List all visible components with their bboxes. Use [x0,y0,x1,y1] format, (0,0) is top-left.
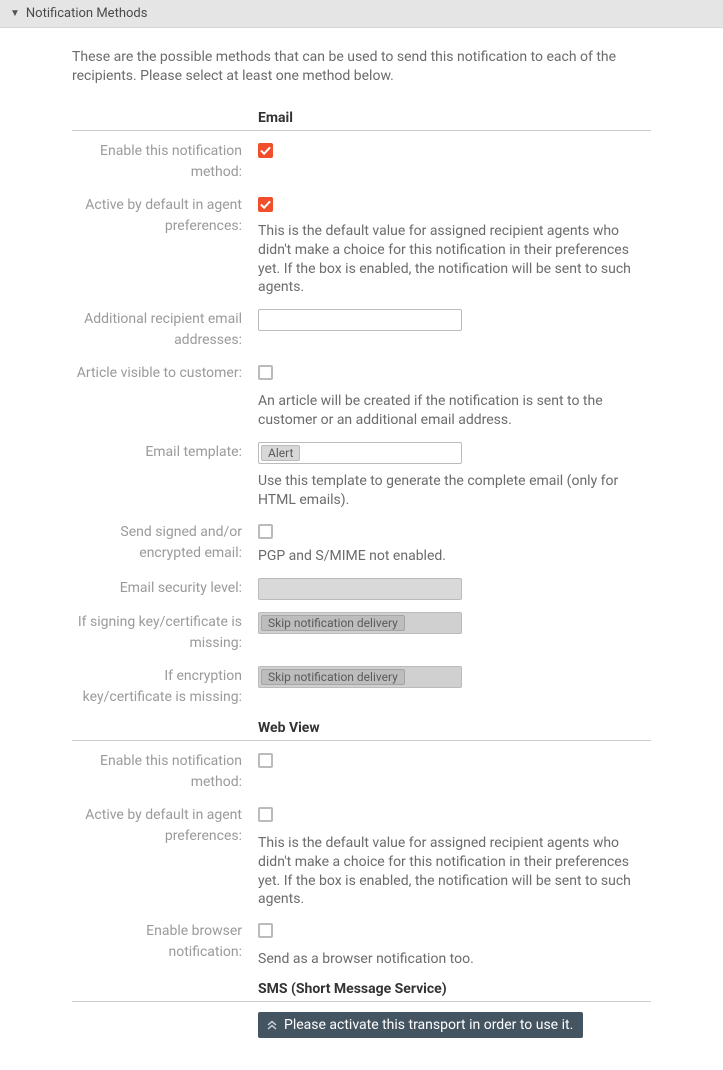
row-email-template: Email template: Alert Use this template … [72,442,651,510]
select-encryption-missing: Skip notification delivery [258,666,462,688]
checkbox-article-visible[interactable] [258,365,273,380]
label-webview-active-default: Active by default in agent preferences: [72,805,258,847]
label-additional-recipient: Additional recipient email addresses: [72,309,258,351]
help-email-active-default: This is the default value for assigned r… [258,222,651,298]
input-additional-recipient[interactable] [258,309,462,331]
input-security-level [258,578,462,600]
checkbox-email-active-default[interactable] [258,197,273,212]
row-webview-active-default: Active by default in agent preferences: … [72,805,651,910]
label-email-active-default: Active by default in agent preferences: [72,195,258,237]
help-webview-active-default: This is the default value for assigned r… [258,834,651,910]
select-encryption-missing-value: Skip notification delivery [261,669,405,685]
checkbox-browser-notif[interactable] [258,923,273,938]
checkbox-signed-encrypted[interactable] [258,524,273,539]
select-signing-missing: Skip notification delivery [258,612,462,634]
checkbox-webview-active-default[interactable] [258,807,273,822]
select-signing-missing-value: Skip notification delivery [261,615,405,631]
label-signed-encrypted: Send signed and/or encrypted email: [72,522,258,564]
row-signed-encrypted: Send signed and/or encrypted email: PGP … [72,522,651,566]
select-email-template[interactable]: Alert [258,442,462,464]
row-additional-recipient: Additional recipient email addresses: [72,309,651,351]
help-email-template: Use this template to generate the comple… [258,472,651,510]
email-section-title: Email [258,110,651,126]
select-email-template-value: Alert [261,445,300,461]
section-title: Notification Methods [26,6,148,21]
checkbox-email-enable[interactable] [258,143,273,158]
row-webview-enable: Enable this notification method: [72,751,651,793]
sms-activate-banner[interactable]: Please activate this transport in order … [258,1012,583,1038]
collapse-icon: ▼ [10,8,20,19]
row-email-active-default: Active by default in agent preferences: … [72,195,651,298]
row-encryption-missing: If encryption key/certificate is missing… [72,666,651,708]
webview-section-header: Web View [72,720,651,741]
label-webview-enable: Enable this notification method: [72,751,258,793]
label-browser-notif: Enable browser notification: [72,921,258,963]
label-article-visible: Article visible to customer: [72,363,258,384]
email-section-header: Email [72,110,651,131]
row-signing-missing: If signing key/certificate is missing: S… [72,612,651,654]
webview-section-title: Web View [258,720,651,736]
intro-text: These are the possible methods that can … [72,48,651,86]
row-browser-notif: Enable browser notification: Send as a b… [72,921,651,969]
help-browser-notif: Send as a browser notification too. [258,950,651,969]
sms-banner-text: Please activate this transport in order … [284,1017,573,1033]
row-email-enable: Enable this notification method: [72,141,651,183]
label-signing-missing: If signing key/certificate is missing: [72,612,258,654]
sms-section-title: SMS (Short Message Service) [258,981,651,997]
label-encryption-missing: If encryption key/certificate is missing… [72,666,258,708]
chevron-up-double-icon [266,1019,278,1031]
help-article-visible: An article will be created if the notifi… [258,392,651,430]
help-signed-encrypted: PGP and S/MIME not enabled. [258,547,651,566]
content-area: These are the possible methods that can … [0,28,723,1070]
checkbox-webview-enable[interactable] [258,753,273,768]
sms-section-header: SMS (Short Message Service) [72,981,651,1002]
label-email-enable: Enable this notification method: [72,141,258,183]
row-article-visible: Article visible to customer: An article … [72,363,651,430]
label-security-level: Email security level: [72,578,258,599]
section-header-bar[interactable]: ▼ Notification Methods [0,0,723,28]
row-security-level: Email security level: [72,578,651,600]
label-email-template: Email template: [72,442,258,463]
row-sms-banner: Please activate this transport in order … [72,1012,651,1038]
